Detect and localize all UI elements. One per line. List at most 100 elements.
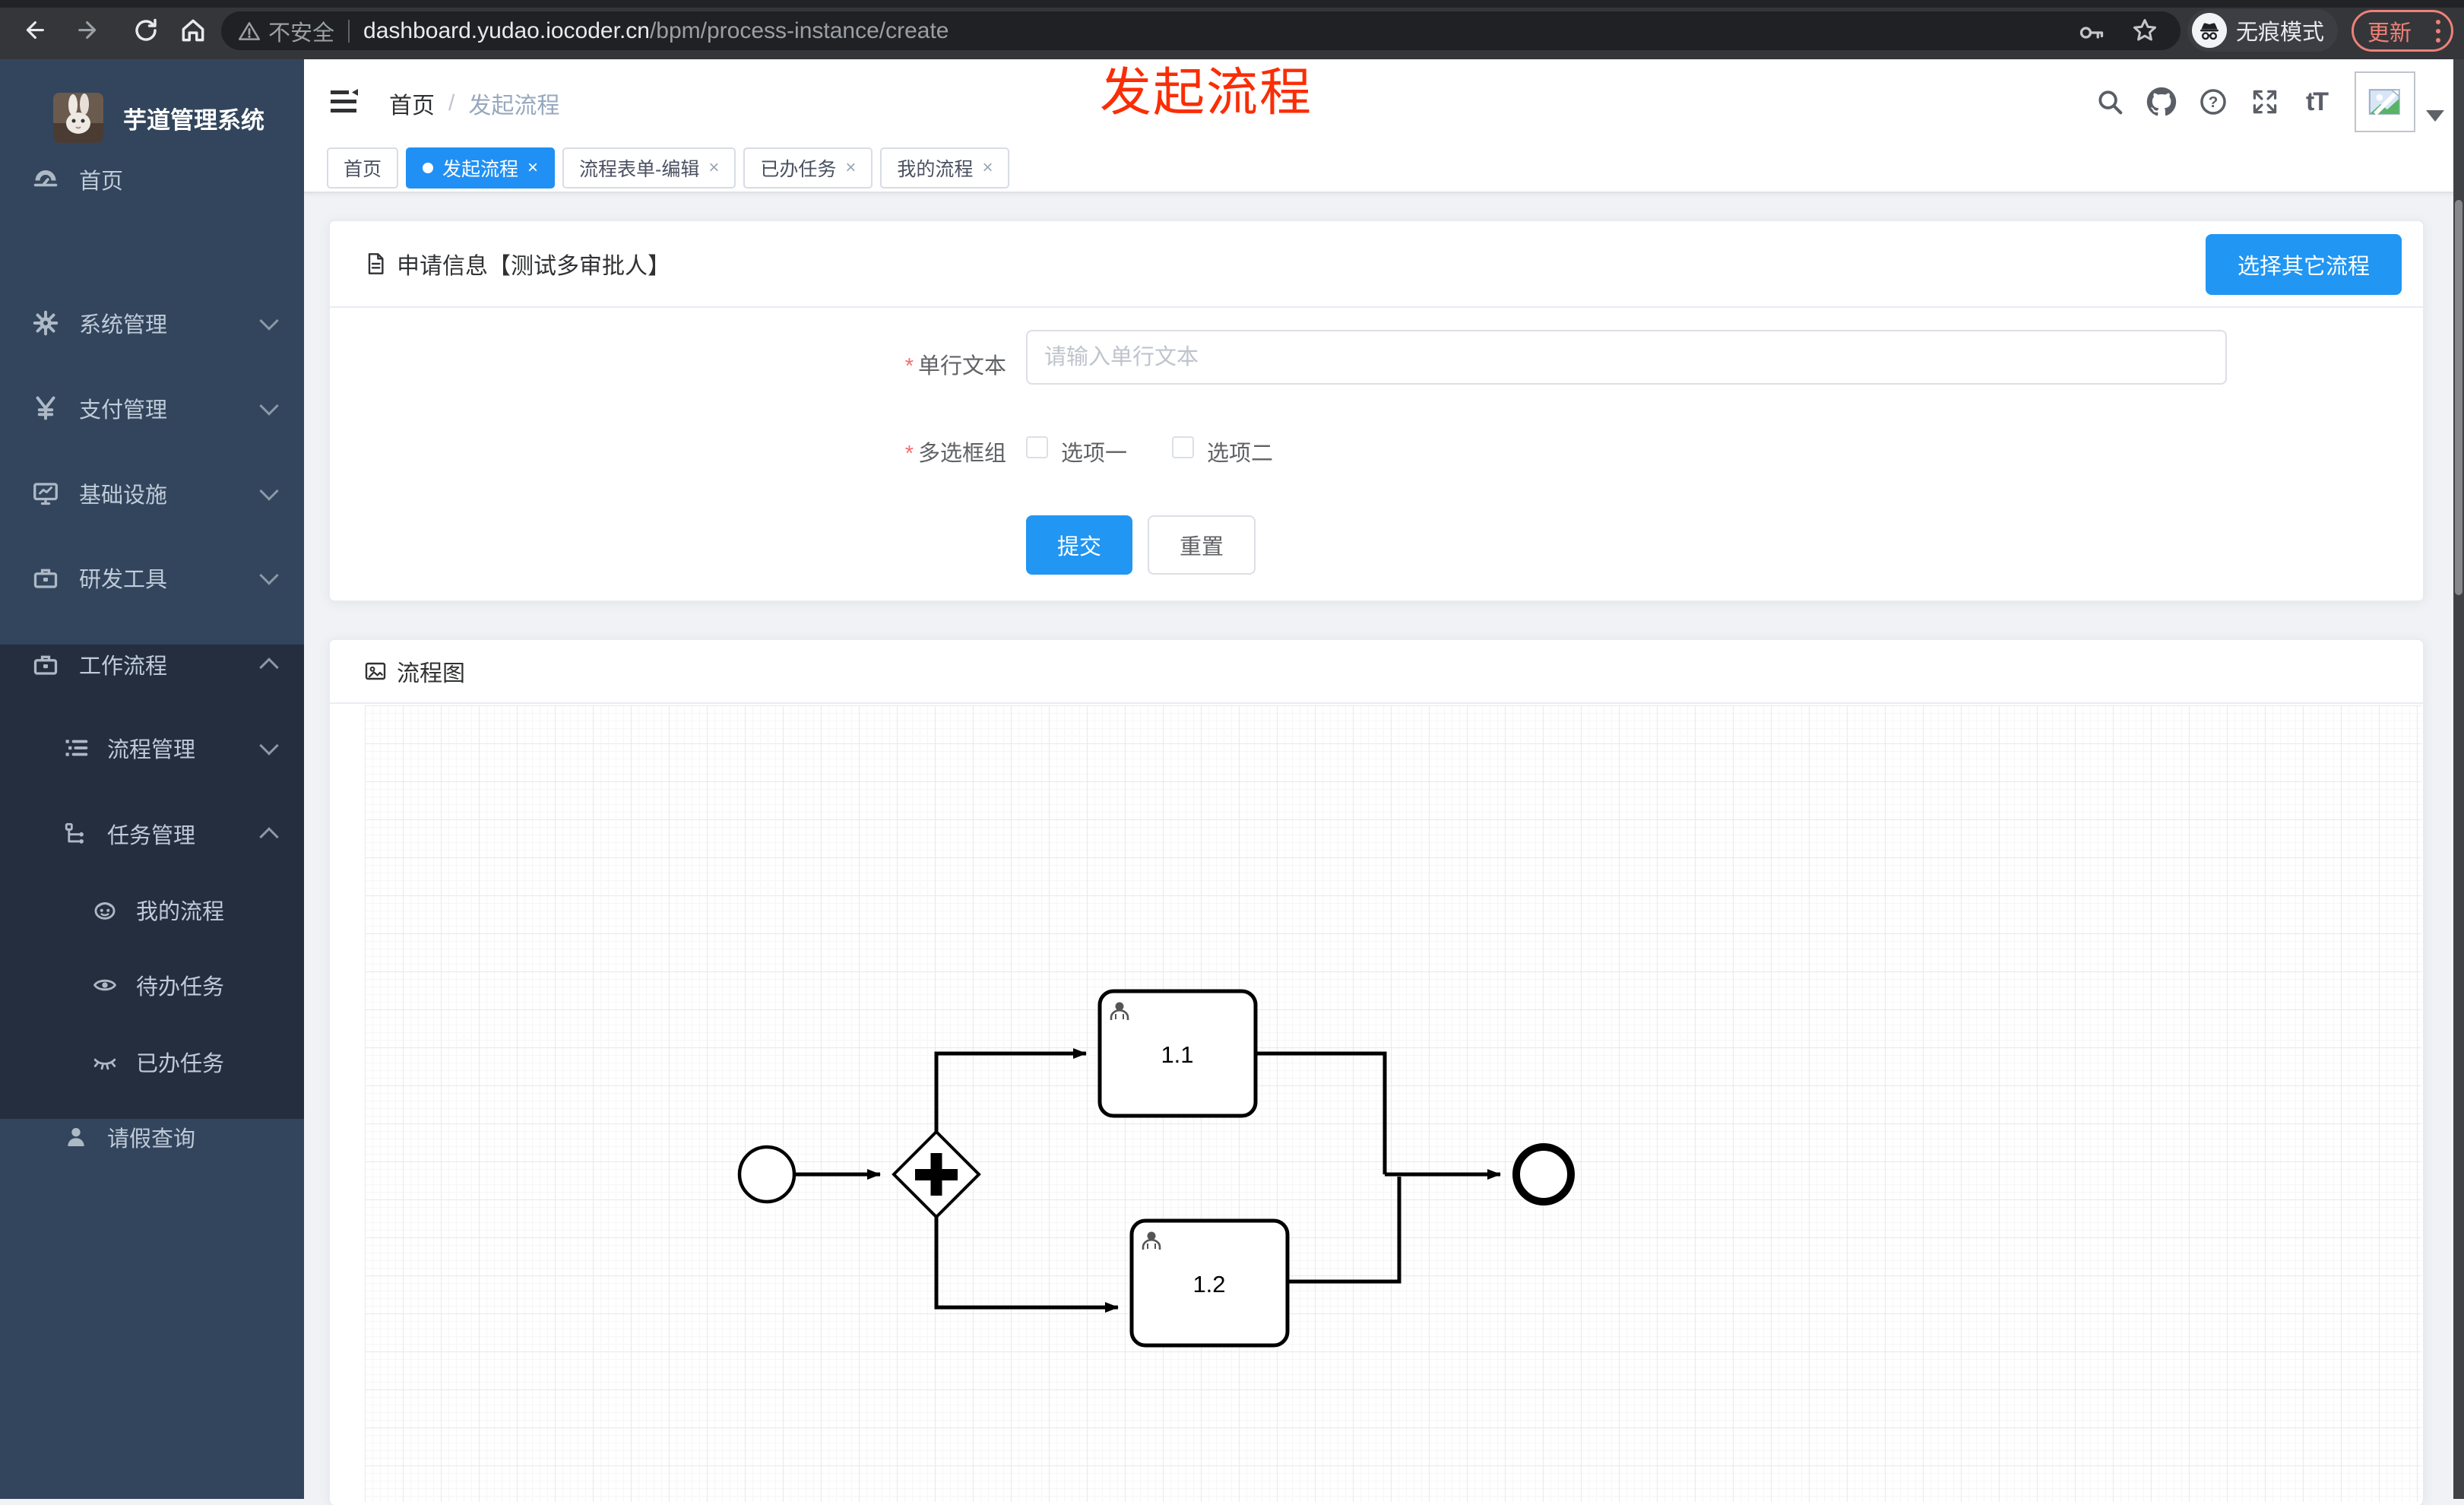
sidebar-item-workflow[interactable]: 工作流程 — [0, 622, 304, 707]
gear-icon — [30, 308, 61, 338]
browser-back-button[interactable] — [14, 11, 53, 50]
single-line-text-input[interactable] — [1026, 330, 2227, 385]
briefcase-icon — [30, 649, 61, 680]
option1-checkbox[interactable] — [1026, 436, 1048, 458]
address-bar[interactable]: 不安全 dashboard.yudao.iocoder.cn/bpm/proce… — [221, 11, 2181, 50]
end-event[interactable] — [1512, 1143, 1575, 1206]
font-size-button[interactable]: tT — [2291, 59, 2342, 144]
sidebar-fold-button[interactable] — [329, 87, 359, 116]
sidebar-item-leave-query[interactable]: 请假查询 — [0, 1099, 304, 1175]
sidebar-item-payment[interactable]: 支付管理 — [0, 366, 304, 451]
close-icon[interactable]: × — [845, 159, 856, 177]
toolbox-icon — [30, 562, 61, 593]
diagram-card-header: 流程图 — [330, 640, 2423, 704]
eye-icon — [90, 970, 120, 1000]
chevron-down-icon — [259, 566, 279, 585]
chevron-down-icon — [259, 311, 279, 331]
start-event[interactable] — [737, 1145, 797, 1204]
tag-done-tasks[interactable]: 已办任务 × — [743, 147, 873, 189]
github-button[interactable] — [2136, 59, 2187, 144]
sidebar-item-task-management[interactable]: 任务管理 — [0, 791, 304, 876]
submit-button[interactable]: 提交 — [1026, 515, 1132, 575]
fullscreen-icon — [2253, 90, 2277, 114]
tags-view-bar: 首页 发起流程 × 流程表单-编辑 × 已办任务 × 我的流程 × — [304, 144, 2464, 193]
hamburger-fold-icon — [331, 89, 358, 112]
incognito-icon — [2192, 13, 2227, 48]
help-button[interactable]: ? — [2187, 59, 2239, 144]
close-icon[interactable]: × — [982, 159, 993, 177]
choose-other-process-button[interactable]: 选择其它流程 — [2205, 234, 2402, 295]
list-tree-icon — [61, 733, 91, 763]
svg-text:?: ? — [2209, 93, 2219, 111]
robot-face-icon — [90, 895, 120, 925]
reload-icon — [135, 18, 157, 41]
user-task-1-2[interactable]: 1.2 — [1129, 1218, 1290, 1348]
password-manager-button[interactable] — [2072, 11, 2111, 50]
parallel-gateway[interactable] — [892, 1130, 981, 1219]
user-menu-caret-icon[interactable] — [2426, 109, 2444, 122]
incognito-badge: 无痕模式 — [2187, 9, 2338, 52]
checkbox-group-label: * 多选框组 — [904, 442, 1006, 466]
chevron-up-icon — [259, 657, 279, 677]
user-task-1-1[interactable]: 1.1 — [1097, 989, 1258, 1118]
sidebar-item-done-tasks[interactable]: 已办任务 — [0, 1024, 304, 1100]
option2-checkbox[interactable] — [1172, 436, 1194, 458]
sidebar-item-devtools[interactable]: 研发工具 — [0, 535, 304, 620]
apply-info-card: 申请信息【测试多审批人】 选择其它流程 *单行文本 *多选框组 选项一 选项二 … — [328, 220, 2424, 602]
home-icon — [182, 19, 204, 42]
process-diagram-card: 流程图 1.1 1.2 — [328, 638, 2424, 1505]
picture-icon — [365, 662, 386, 680]
sidebar-item-infrastructure[interactable]: 基础设施 — [0, 451, 304, 536]
tag-home[interactable]: 首页 — [327, 147, 399, 189]
breadcrumb: 首页 / 发起流程 — [389, 87, 559, 120]
apply-info-title: 申请信息【测试多审批人】 — [397, 254, 670, 279]
chevron-down-icon — [259, 481, 279, 501]
eye-closed-icon — [90, 1047, 120, 1077]
navbar-actions: ? tT — [2084, 59, 2464, 144]
monitor-icon — [30, 478, 61, 509]
browser-forward-button[interactable] — [70, 11, 109, 50]
text-field-label: * 单行文本 — [904, 354, 1006, 379]
option1-label[interactable]: 选项一 — [1061, 436, 1127, 467]
user-avatar[interactable] — [2355, 71, 2415, 132]
search-button[interactable] — [2084, 59, 2136, 144]
yen-icon — [30, 393, 61, 423]
annotation-title: 发起流程 — [1100, 64, 1313, 122]
reset-button[interactable]: 重置 — [1148, 515, 1256, 575]
sidebar-item-todo-tasks[interactable]: 待办任务 — [0, 947, 304, 1023]
github-icon — [2146, 87, 2177, 116]
browser-update-button[interactable]: 更新 — [2352, 10, 2453, 52]
top-navbar: 首页 / 发起流程 ? tT — [304, 59, 2464, 144]
browser-home-button[interactable] — [173, 11, 213, 50]
user-icon — [61, 1122, 91, 1152]
breadcrumb-home[interactable]: 首页 — [389, 87, 435, 120]
sidebar-item-my-process[interactable]: 我的流程 — [0, 872, 304, 948]
warning-icon — [239, 21, 260, 40]
option2-label[interactable]: 选项二 — [1207, 436, 1273, 467]
sidebar-item-process-management[interactable]: 流程管理 — [0, 705, 304, 791]
tag-my-process[interactable]: 我的流程 × — [880, 147, 1010, 189]
sidebar-item-system[interactable]: 系统管理 — [0, 280, 304, 366]
address-divider — [348, 19, 350, 43]
tag-form-edit[interactable]: 流程表单-编辑 × — [562, 147, 736, 189]
security-label: 不安全 — [268, 21, 335, 46]
browser-menu-icon[interactable] — [2436, 19, 2440, 43]
bpmn-diagram: 1.1 1.2 — [737, 989, 1575, 1348]
scrollbar-thumb[interactable] — [2455, 200, 2462, 595]
tag-create-process[interactable]: 发起流程 × — [406, 147, 556, 189]
document-icon — [368, 253, 384, 274]
bookmark-star-button[interactable] — [2125, 11, 2165, 50]
active-dot — [423, 163, 434, 173]
chevron-down-icon — [259, 736, 279, 756]
fullscreen-button[interactable] — [2239, 59, 2291, 144]
close-icon[interactable]: × — [708, 159, 719, 177]
close-icon[interactable]: × — [527, 159, 538, 177]
bpmn-canvas[interactable]: 1.1 1.2 — [365, 705, 2421, 1502]
sidebar-item-home[interactable]: 首页 — [0, 137, 304, 222]
back-arrow-icon — [26, 21, 44, 40]
search-icon — [2098, 90, 2123, 115]
page-scrollbar[interactable] — [2453, 59, 2464, 1499]
browser-reload-button[interactable] — [126, 11, 166, 50]
app-logo-avatar — [53, 93, 103, 143]
site-security-chip[interactable]: 不安全 — [238, 15, 334, 47]
